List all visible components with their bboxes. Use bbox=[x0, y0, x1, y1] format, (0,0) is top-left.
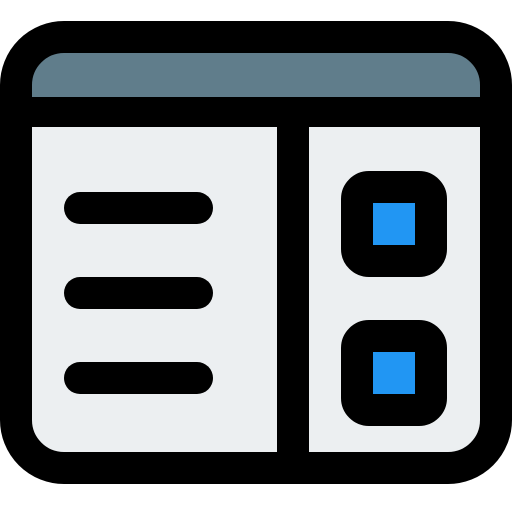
checkbox-icon bbox=[341, 320, 447, 426]
checkbox-icon bbox=[341, 171, 447, 277]
browser-window-layout-icon bbox=[0, 0, 512, 512]
icon-svg bbox=[0, 21, 512, 484]
